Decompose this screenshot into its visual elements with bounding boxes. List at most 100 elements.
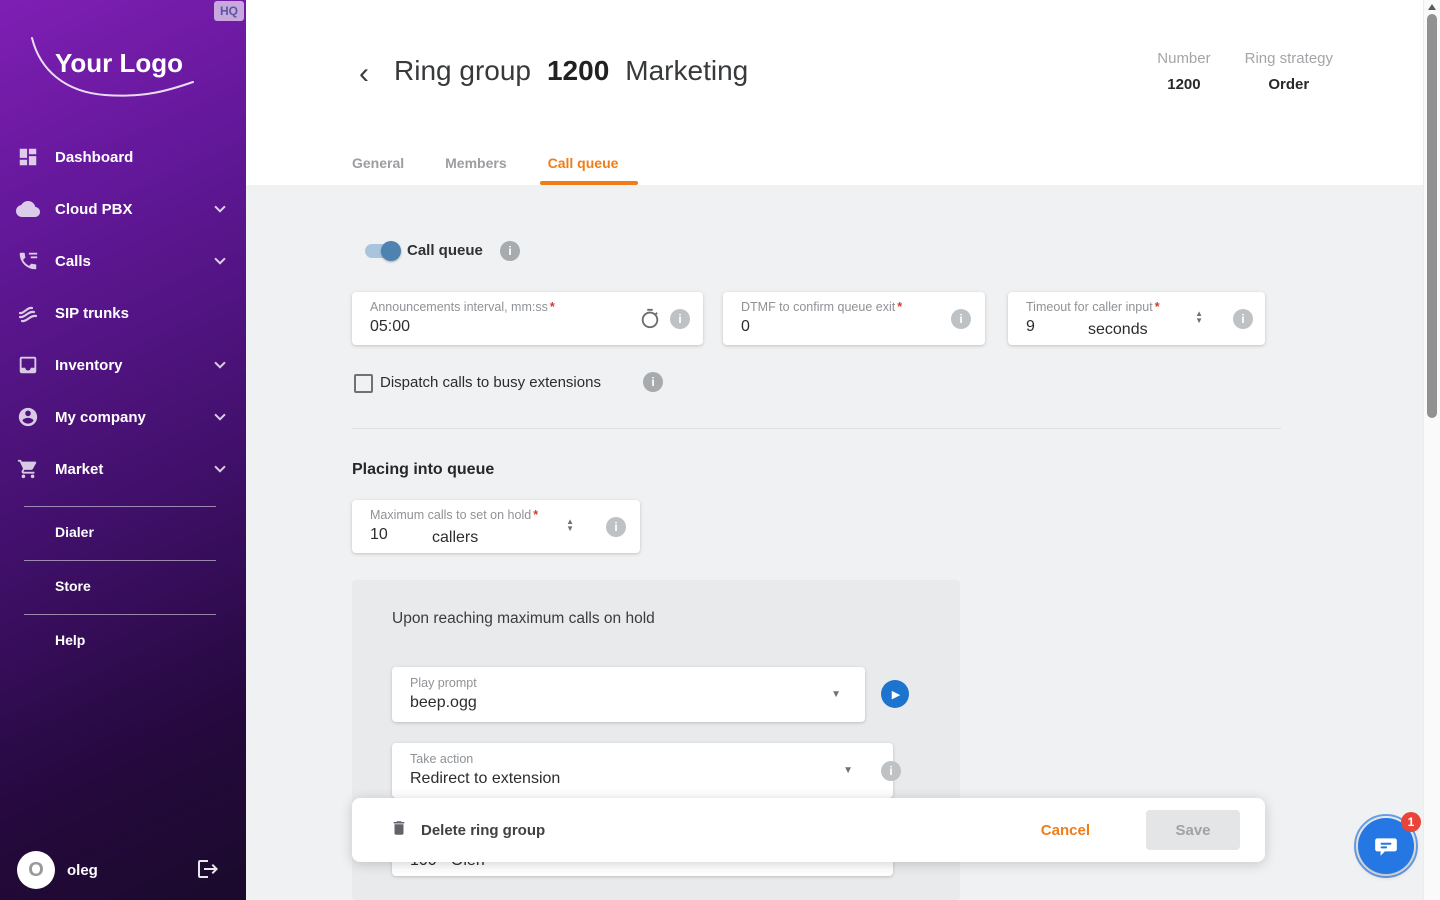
divider: [24, 506, 216, 507]
divider: [24, 614, 216, 615]
sidebar-item-cloud-pbx[interactable]: Cloud PBX: [0, 183, 246, 235]
tab-label: Call queue: [548, 155, 619, 171]
call-queue-toggle[interactable]: [365, 244, 399, 258]
sidebar-item-dialer[interactable]: Dialer: [0, 506, 246, 560]
page-title: Ring group 1200 Marketing: [394, 55, 748, 87]
phone-icon: [16, 249, 40, 273]
tab-general[interactable]: General: [352, 140, 404, 185]
field-label: Timeout for caller input*: [1026, 300, 1249, 314]
field-label: Play prompt: [410, 676, 849, 690]
sidebar-item-label: SIP trunks: [55, 305, 129, 322]
tab-label: Members: [445, 155, 506, 171]
tab-label: General: [352, 155, 404, 171]
avatar[interactable]: O: [17, 851, 55, 889]
hq-badge: HQ: [214, 1, 244, 21]
header-meta: Number 1200 Ring strategy Order: [1157, 50, 1333, 93]
title-number: 1200: [547, 55, 609, 87]
person-icon: [16, 405, 40, 429]
scroll-up-icon[interactable]: [1428, 4, 1436, 10]
play-prompt-select[interactable]: Play prompt beep.ogg ▼: [392, 667, 865, 722]
dropdown-caret-icon[interactable]: ▼: [831, 689, 841, 700]
dtmf-field[interactable]: DTMF to confirm queue exit* 0 i: [723, 292, 985, 345]
sidebar-item-label: Dialer: [55, 524, 246, 540]
title-name: Marketing: [625, 55, 748, 87]
sidebar-item-calls[interactable]: Calls: [0, 235, 246, 287]
sidebar-item-label: Calls: [55, 253, 91, 270]
tab-members[interactable]: Members: [445, 140, 506, 185]
sidebar-item-inventory[interactable]: Inventory: [0, 339, 246, 391]
sidebar-item-sip-trunks[interactable]: SIP trunks: [0, 287, 246, 339]
chevron-down-icon: [214, 409, 225, 420]
info-icon[interactable]: i: [606, 517, 626, 537]
chevron-down-icon: [214, 357, 225, 368]
trash-icon: [390, 818, 408, 843]
tab-bar: General Members Call queue: [352, 140, 659, 185]
timer-icon[interactable]: [639, 308, 661, 335]
tab-call-queue[interactable]: Call queue: [548, 140, 619, 185]
number-stepper[interactable]: ▲ ▼: [1195, 310, 1203, 324]
sidebar-item-market[interactable]: Market: [0, 443, 246, 495]
save-button[interactable]: Save: [1146, 810, 1240, 850]
sidebar-item-label: Store: [55, 578, 246, 594]
max-calls-field[interactable]: Maximum calls to set on hold* 10 callers…: [352, 500, 640, 553]
timeout-field[interactable]: Timeout for caller input* 9 seconds ▲ ▼ …: [1008, 292, 1265, 345]
main-content: ‹ Ring group 1200 Marketing Number 1200 …: [246, 0, 1423, 900]
divider: [24, 560, 216, 561]
field-value[interactable]: 10: [370, 526, 624, 544]
dashboard-icon: [16, 145, 40, 169]
play-prompt-button[interactable]: ▶: [881, 680, 909, 708]
panel-title: Upon reaching maximum calls on hold: [392, 610, 655, 628]
delete-ring-group-button[interactable]: Delete ring group: [390, 818, 545, 843]
field-unit: seconds: [1088, 321, 1148, 339]
cancel-button[interactable]: Cancel: [1041, 822, 1090, 839]
sidebar-item-label: Market: [55, 461, 103, 478]
stepper-down-icon[interactable]: ▼: [566, 525, 574, 532]
meta-label: Number: [1157, 50, 1210, 67]
app-root: HQ Your Logo Dashboard Cloud PBX Calls: [0, 0, 1440, 900]
field-label: Take action: [410, 752, 877, 766]
info-icon[interactable]: i: [643, 372, 663, 392]
scrollbar-thumb[interactable]: [1427, 14, 1437, 418]
active-tab-underline: [540, 181, 639, 185]
select-value[interactable]: Redirect to extension: [410, 770, 877, 788]
logo-text: Your Logo: [55, 48, 183, 79]
field-unit: callers: [432, 529, 478, 547]
required-mark: *: [897, 300, 902, 314]
call-queue-toggle-label: Call queue: [407, 242, 483, 259]
stepper-down-icon[interactable]: ▼: [1195, 317, 1203, 324]
logo: Your Logo: [20, 30, 220, 120]
title-prefix: Ring group: [394, 55, 531, 87]
meta-number: Number 1200: [1157, 50, 1210, 93]
meta-value: 1200: [1167, 76, 1200, 93]
dispatch-busy-checkbox[interactable]: [354, 374, 373, 393]
inventory-icon: [16, 353, 40, 377]
dropdown-caret-icon[interactable]: ▼: [843, 765, 853, 776]
field-label: DTMF to confirm queue exit*: [741, 300, 969, 314]
sidebar-item-dashboard[interactable]: Dashboard: [0, 131, 246, 183]
chevron-down-icon: [214, 253, 225, 264]
field-value[interactable]: 0: [741, 318, 969, 336]
sidebar-item-label: Cloud PBX: [55, 201, 133, 218]
chevron-down-icon: [214, 201, 225, 212]
logout-icon[interactable]: [196, 857, 220, 881]
number-stepper[interactable]: ▲ ▼: [566, 518, 574, 532]
section-divider: [352, 428, 1281, 429]
sidebar-item-store[interactable]: Store: [0, 560, 246, 614]
dispatch-busy-label: Dispatch calls to busy extensions: [380, 374, 601, 391]
announcements-interval-field[interactable]: Announcements interval, mm:ss* 05:00 i: [352, 292, 703, 345]
sidebar-item-my-company[interactable]: My company: [0, 391, 246, 443]
sidebar-item-help[interactable]: Help: [0, 614, 246, 668]
info-icon[interactable]: i: [951, 309, 971, 329]
info-icon[interactable]: i: [881, 761, 901, 781]
info-icon[interactable]: i: [670, 309, 690, 329]
scrollbar[interactable]: [1423, 0, 1440, 900]
required-mark: *: [533, 508, 538, 522]
chat-widget: 1: [1354, 814, 1422, 882]
back-button[interactable]: ‹: [352, 56, 376, 92]
select-value[interactable]: beep.ogg: [410, 694, 849, 712]
info-icon[interactable]: i: [500, 241, 520, 261]
info-icon[interactable]: i: [1233, 309, 1253, 329]
field-label: Maximum calls to set on hold*: [370, 508, 624, 522]
take-action-select[interactable]: Take action Redirect to extension ▼ i: [392, 743, 893, 798]
required-mark: *: [550, 300, 555, 314]
